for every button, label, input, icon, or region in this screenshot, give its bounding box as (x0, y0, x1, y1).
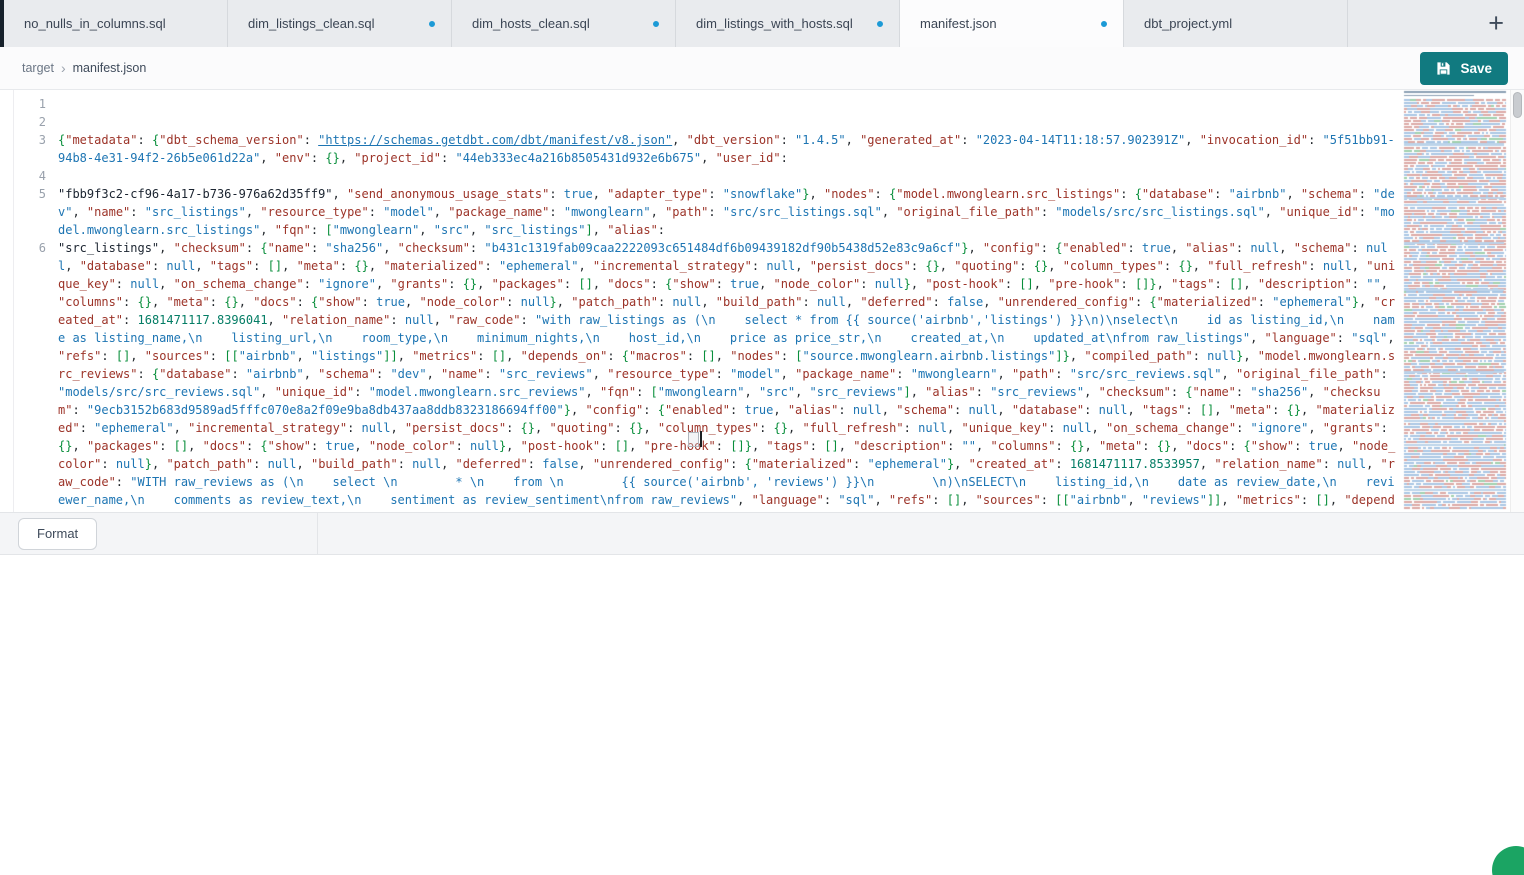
line-text: "fbb9f3c2-cf96-4a17-b736-976a62d35ff9", … (58, 185, 1402, 239)
tab-dim_listings_clean.sql[interactable]: dim_listings_clean.sql (228, 0, 452, 47)
line-text: {"metadata": {"dbt_schema_version": "htt… (58, 131, 1402, 167)
save-button[interactable]: Save (1420, 52, 1508, 85)
format-button[interactable]: Format (18, 518, 97, 550)
unsaved-dot-icon[interactable] (653, 21, 659, 27)
breadcrumb-file: manifest.json (73, 61, 147, 75)
tab-label: manifest.json (920, 16, 997, 31)
breadcrumb-bar: target › manifest.json Save (0, 47, 1524, 90)
tab-no_nulls_in_columns.sql[interactable]: no_nulls_in_columns.sql (4, 0, 228, 47)
text-cursor (700, 431, 702, 447)
code-line[interactable]: 2 (14, 113, 1402, 131)
tab-manifest.json[interactable]: manifest.json (900, 0, 1124, 47)
app: no_nulls_in_columns.sql dim_listings_clea… (0, 0, 1524, 875)
code-line[interactable]: 6"src_listings", "checksum": {"name": "s… (14, 239, 1402, 512)
code-line[interactable]: 4 (14, 167, 1402, 185)
minimap-wrap (1402, 90, 1510, 512)
tab-bar: no_nulls_in_columns.sql dim_listings_clea… (0, 0, 1524, 47)
breadcrumb: target › manifest.json (22, 60, 146, 76)
tabs-container: no_nulls_in_columns.sql dim_listings_clea… (4, 0, 1348, 47)
tab-label: no_nulls_in_columns.sql (24, 16, 166, 31)
line-number: 4 (14, 167, 58, 185)
unsaved-dot-icon[interactable] (877, 21, 883, 27)
tab-dim_hosts_clean.sql[interactable]: dim_hosts_clean.sql (452, 0, 676, 47)
editor-footer-bar: Format (0, 512, 1524, 555)
line-number: 5 (14, 185, 58, 239)
line-text (58, 167, 1402, 185)
save-icon (1436, 61, 1451, 76)
code-line[interactable]: 1 (14, 95, 1402, 113)
code-editor[interactable]: 123{"metadata": {"dbt_schema_version": "… (0, 90, 1524, 512)
line-number: 3 (14, 131, 58, 167)
breadcrumb-folder: target (22, 61, 54, 75)
editor-left-strip (0, 90, 14, 512)
save-button-label: Save (1460, 61, 1492, 76)
code-line[interactable]: 5"fbb9f3c2-cf96-4a17-b736-976a62d35ff9",… (14, 185, 1402, 239)
tab-label: dbt_project.yml (1144, 16, 1232, 31)
line-text (58, 113, 1402, 131)
add-tab-button[interactable]: + (1482, 10, 1510, 37)
scrollbar-thumb[interactable] (1513, 92, 1522, 118)
unsaved-dot-icon[interactable] (429, 21, 435, 27)
tab-label: dim_hosts_clean.sql (472, 16, 590, 31)
minimap[interactable] (1402, 90, 1510, 512)
tab-dim_listings_with_hosts.sql[interactable]: dim_listings_with_hosts.sql (676, 0, 900, 47)
results-pane (0, 555, 1524, 832)
unsaved-dot-icon[interactable] (1101, 21, 1107, 27)
code-line[interactable]: 3{"metadata": {"dbt_schema_version": "ht… (14, 131, 1402, 167)
line-number: 6 (14, 239, 58, 512)
scrollbar[interactable] (1510, 90, 1524, 512)
tab-label: dim_listings_with_hosts.sql (696, 16, 853, 31)
chevron-right-icon: › (61, 60, 66, 76)
line-number: 2 (14, 113, 58, 131)
line-number: 1 (14, 95, 58, 113)
chat-widget-button[interactable] (1492, 846, 1524, 875)
tab-label: dim_listings_clean.sql (248, 16, 374, 31)
code-lines[interactable]: 123{"metadata": {"dbt_schema_version": "… (14, 90, 1402, 512)
matching-bracket-highlight (688, 432, 699, 447)
pane-divider (317, 513, 318, 554)
tab-dbt_project.yml[interactable]: dbt_project.yml (1124, 0, 1348, 47)
line-text (58, 95, 1402, 113)
line-text: "src_listings", "checksum": {"name": "sh… (58, 239, 1402, 512)
